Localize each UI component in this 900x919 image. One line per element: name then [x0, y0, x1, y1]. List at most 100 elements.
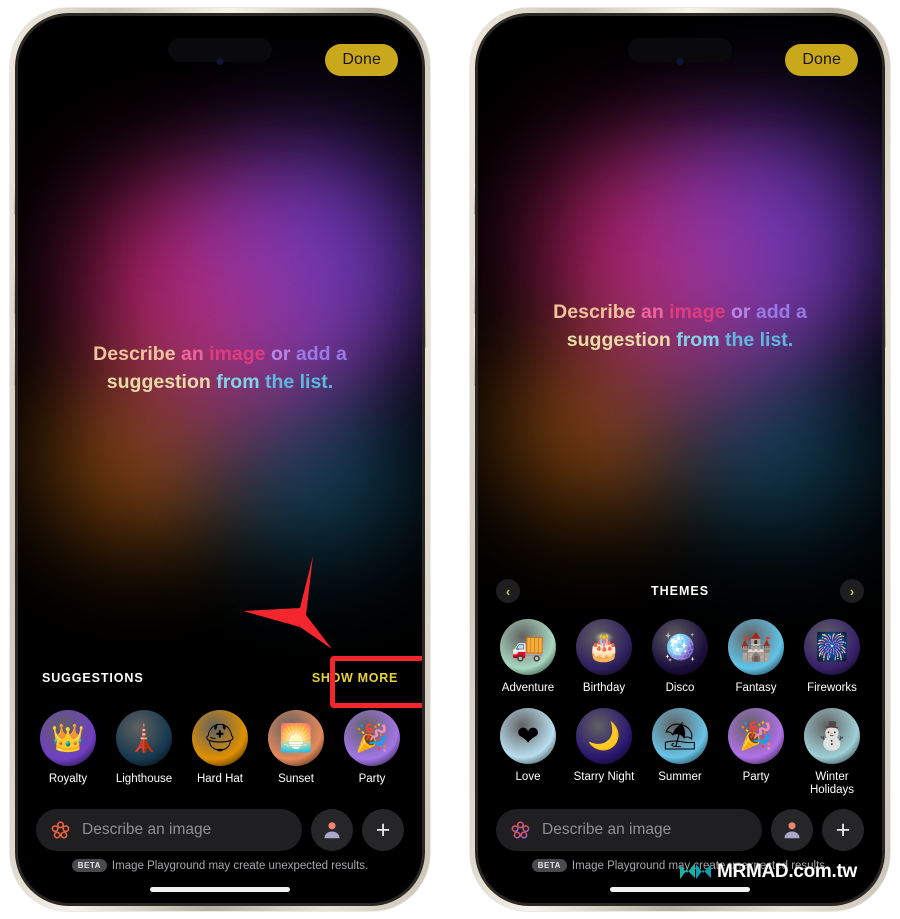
hero-prompt-text-right: Describe an image or add a suggestion fr…: [478, 299, 882, 354]
suggestion-tile-thumbnail-0: 👑: [40, 710, 96, 766]
beta-badge: BETA: [71, 859, 107, 872]
theme-tile-thumbnail-1: 🎂: [576, 619, 632, 675]
image-playground-flower-icon: [511, 820, 530, 839]
done-button[interactable]: Done: [325, 44, 398, 76]
hero-seg-7: the list.: [724, 328, 794, 351]
beta-badge: BETA: [531, 859, 567, 872]
hero-seg-6: from: [216, 370, 265, 393]
suggestion-tile-hard-hat[interactable]: ⛑ Hard Hat: [184, 710, 256, 786]
themes-tile-row-2: ❤ Love 🌙 Starry Night ⛱ Summer 🎉 Party ⛄ Winter H…: [492, 708, 868, 797]
phone-frame-left: Done Describe an image or add a suggesti…: [10, 8, 430, 911]
themes-header: ‹ THEMES ›: [496, 579, 864, 603]
theme-tile-thumbnail-4: ⛄: [804, 708, 860, 764]
theme-tile-label: Love: [515, 771, 541, 783]
suggestion-tile-sunset[interactable]: 🌅 Sunset: [260, 710, 332, 786]
watermark-text: MRMAD.com.tw: [717, 861, 857, 883]
theme-tile-fantasy[interactable]: 🏰 Fantasy: [720, 619, 792, 695]
suggestion-tile-royalty[interactable]: 👑 Royalty: [32, 710, 104, 786]
composer-input-row: Describe an image +: [36, 809, 404, 851]
suggestion-tile-label: Lighthouse: [115, 773, 173, 785]
theme-tile-label: Party: [742, 771, 770, 783]
suggestions-title: SUGGESTIONS: [42, 671, 144, 685]
suggestion-tile-thumbnail-2: ⛑: [192, 710, 248, 766]
hero-seg-1: an: [180, 343, 210, 365]
theme-tile-label: Adventure: [501, 682, 555, 694]
describe-image-input[interactable]: Describe an image: [36, 809, 302, 851]
themes-tile-row-1: 🚚 Adventure 🎂 Birthday 🪩 Disco 🏰 Fantasy 🎆 Firewo…: [492, 619, 868, 695]
hero-prompt-text-left: Describe an image or add a suggestion fr…: [18, 341, 422, 396]
theme-tile-disco[interactable]: 🪩 Disco: [644, 619, 716, 695]
plus-icon: +: [375, 815, 391, 844]
describe-image-placeholder-right: Describe an image: [542, 821, 672, 838]
suggestion-tile-party[interactable]: 🎉 Party: [336, 710, 408, 786]
theme-tile-summer[interactable]: ⛱ Summer: [644, 708, 716, 797]
theme-tile-thumbnail-2: 🪩: [652, 619, 708, 675]
theme-tile-thumbnail-1: 🌙: [576, 708, 632, 764]
screen-left: Done Describe an image or add a suggesti…: [18, 16, 422, 903]
hero-seg-1: an: [640, 301, 670, 323]
suggestions-tile-row: 👑 Royalty 🗼 Lighthouse ⛑ Hard Hat 🌅 Sunset 🎉 Part…: [32, 710, 408, 786]
theme-tile-label: Winter Holidays: [809, 771, 855, 797]
suggestion-tile-label: Hard Hat: [196, 773, 244, 785]
theme-tile-adventure[interactable]: 🚚 Adventure: [492, 619, 564, 695]
screenshot-stage: Done Describe an image or add a suggesti…: [0, 0, 900, 919]
theme-tile-thumbnail-4: 🎆: [804, 619, 860, 675]
hero-seg-0: Describe: [93, 343, 181, 365]
watermark: MRMAD.com.tw: [678, 861, 857, 883]
theme-tile-fireworks[interactable]: 🎆 Fireworks: [796, 619, 868, 695]
hero-seg-3: or: [270, 343, 296, 365]
theme-tile-thumbnail-0: ❤: [500, 708, 556, 764]
themes-prev-button[interactable]: ‹: [496, 579, 520, 603]
watermark-domain: .com.tw: [788, 861, 857, 882]
hero-seg-4: add a: [755, 301, 807, 323]
annotation-box-show-more: [330, 656, 422, 708]
home-indicator-left[interactable]: [150, 887, 290, 892]
theme-tile-label: Birthday: [582, 682, 626, 694]
composer-input-row-right: Describe an image +: [496, 809, 864, 851]
home-indicator-right[interactable]: [610, 887, 750, 892]
theme-tile-party[interactable]: 🎉 Party: [720, 708, 792, 797]
suggestion-tile-label: Sunset: [278, 773, 314, 785]
theme-tile-thumbnail-0: 🚚: [500, 619, 556, 675]
theme-tile-birthday[interactable]: 🎂 Birthday: [568, 619, 640, 695]
phone-bezel-left: Done Describe an image or add a suggesti…: [15, 13, 425, 906]
person-icon: [324, 822, 340, 839]
hero-seg-2: image: [669, 301, 731, 323]
disclaimer-row: BETA Image Playground may create unexpec…: [18, 859, 422, 872]
hero-seg-7: the list.: [264, 370, 334, 393]
theme-tile-winter-holidays[interactable]: ⛄ Winter Holidays: [796, 708, 868, 797]
composer-bar-left: Describe an image + BETA Image Playgroun…: [18, 803, 422, 903]
hero-seg-4: add a: [295, 343, 347, 365]
themes-next-button[interactable]: ›: [840, 579, 864, 603]
done-button-right[interactable]: Done: [785, 44, 858, 76]
add-button-right[interactable]: +: [822, 809, 864, 851]
theme-tile-label: Starry Night: [573, 771, 635, 783]
theme-tile-starry-night[interactable]: 🌙 Starry Night: [568, 708, 640, 797]
phone-bezel-right: Done Describe an image or add a suggesti…: [475, 13, 885, 906]
add-button[interactable]: +: [362, 809, 404, 851]
hero-seg-2: image: [209, 343, 271, 365]
theme-tile-label: Fantasy: [735, 682, 777, 694]
hero-seg-5: suggestion: [106, 370, 217, 393]
annotation-arrow: [243, 556, 332, 649]
hero-seg-6: from: [676, 328, 725, 351]
theme-tile-love[interactable]: ❤ Love: [492, 708, 564, 797]
theme-tile-thumbnail-3: 🎉: [728, 708, 784, 764]
person-button[interactable]: [311, 809, 353, 851]
theme-tile-label: Disco: [665, 682, 695, 694]
describe-image-placeholder: Describe an image: [82, 821, 212, 838]
themes-title: THEMES: [650, 584, 710, 598]
describe-image-input-right[interactable]: Describe an image: [496, 809, 762, 851]
suggestion-tile-thumbnail-1: 🗼: [116, 710, 172, 766]
theme-tile-label: Summer: [658, 771, 702, 783]
suggestion-tile-label: Royalty: [48, 773, 88, 785]
screen-right: Done Describe an image or add a suggesti…: [478, 16, 882, 903]
phone-left: Done Describe an image or add a suggesti…: [0, 0, 440, 919]
theme-tile-thumbnail-3: 🏰: [728, 619, 784, 675]
theme-tile-label: Fireworks: [807, 682, 857, 694]
suggestion-tile-lighthouse[interactable]: 🗼 Lighthouse: [108, 710, 180, 786]
app-content-right: Done Describe an image or add a suggesti…: [478, 16, 882, 903]
disclaimer-text: Image Playground may create unexpected r…: [111, 859, 369, 872]
hero-seg-3: or: [730, 301, 756, 323]
person-button-right[interactable]: [771, 809, 813, 851]
